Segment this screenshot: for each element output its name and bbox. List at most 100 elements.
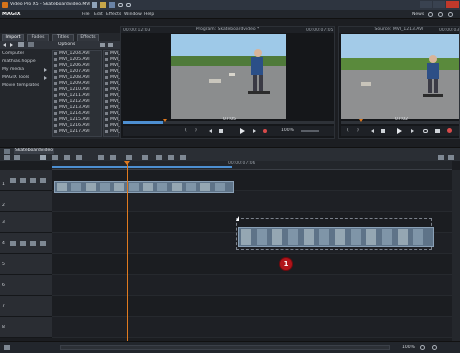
fullscreen-icon[interactable]	[438, 155, 444, 160]
file-item[interactable]: MVI_1216.AVI	[53, 123, 101, 128]
src-loop-icon[interactable]	[423, 129, 428, 133]
track-header[interactable]: 1	[0, 170, 52, 191]
expand-arrow-icon[interactable]	[44, 68, 47, 72]
settings-icon[interactable]	[428, 12, 433, 17]
close-button[interactable]	[446, 1, 459, 8]
track-lane[interactable]	[52, 254, 452, 275]
tab-fades[interactable]: Fades	[27, 34, 49, 41]
ruler-range-bar[interactable]	[52, 166, 232, 168]
mouse-mode-icon[interactable]	[14, 155, 20, 160]
prev-marker-button[interactable]: (	[185, 128, 187, 133]
track-header[interactable]: 2	[0, 191, 52, 212]
fx-icon[interactable]	[40, 178, 46, 183]
tab-import[interactable]: Import	[2, 34, 24, 41]
grid-view-icon[interactable]	[108, 43, 113, 47]
track-lane[interactable]	[52, 191, 452, 212]
marker-icon[interactable]	[142, 155, 148, 160]
video-clip-dragged[interactable]	[238, 227, 434, 247]
link-icon[interactable]	[156, 155, 162, 160]
pen-icon[interactable]	[98, 155, 104, 160]
track-lane[interactable]	[52, 296, 452, 317]
file-item[interactable]: MVI_1208.AVI	[53, 75, 101, 80]
nav-user[interactable]: mathias.hoppe	[2, 59, 36, 64]
view-icon[interactable]	[28, 42, 34, 47]
record-icon[interactable]	[263, 129, 267, 133]
folder-up-icon[interactable]	[18, 42, 24, 47]
program-playhead-marker[interactable]	[163, 119, 167, 122]
timeline-zoom-label[interactable]: 100%	[402, 345, 415, 350]
file-item[interactable]: MVI_1209.AVI	[53, 81, 101, 86]
file-item[interactable]: MVI_1211.AVI	[53, 93, 101, 98]
file-item[interactable]: MVI_1207.AVI	[53, 69, 101, 74]
back-arrow-icon[interactable]	[3, 43, 6, 47]
zoom-out-icon[interactable]	[420, 345, 425, 350]
new-icon[interactable]	[92, 2, 97, 8]
help-icon[interactable]	[438, 12, 443, 17]
file-item-col2[interactable]: MVI_12	[104, 87, 126, 92]
nav-my-media[interactable]: My media	[2, 67, 24, 72]
file-item-col2[interactable]: MVI_12	[104, 57, 126, 62]
src-next-marker-button[interactable]: )	[357, 128, 359, 133]
file-item-col2[interactable]: MVI_12	[104, 117, 126, 122]
file-item-col2[interactable]: MVI_12	[104, 123, 126, 128]
mute-icon[interactable]	[10, 178, 16, 183]
file-item-col2[interactable]: MVI_12	[104, 99, 126, 104]
file-item-col2[interactable]: MVI_12	[104, 93, 126, 98]
menu-window[interactable]: Window	[124, 12, 142, 17]
lock-icon[interactable]	[30, 241, 36, 246]
fx-icon[interactable]	[40, 241, 46, 246]
news-link[interactable]: News	[412, 12, 424, 17]
zoom-icon[interactable]	[76, 155, 82, 160]
src-play-icon[interactable]	[397, 128, 402, 134]
timeline-scrollbar-v[interactable]	[452, 170, 460, 341]
program-zoom-label[interactable]: 100%	[281, 128, 294, 133]
stop-icon[interactable]	[219, 129, 223, 133]
lock-icon[interactable]	[30, 178, 36, 183]
src-record-icon[interactable]	[447, 128, 452, 133]
menu-help[interactable]: Help	[144, 12, 154, 17]
file-item[interactable]: MVI_1215.AVI	[53, 117, 101, 122]
timeline-tab[interactable]: Skateboardvideo	[14, 148, 54, 154]
tab-titles[interactable]: Titles	[52, 34, 74, 41]
file-item-col2[interactable]: MVI_12	[104, 129, 126, 134]
solo-icon[interactable]	[20, 241, 26, 246]
home-icon[interactable]	[4, 345, 10, 350]
open-icon[interactable]	[100, 2, 106, 8]
file-item-col2[interactable]: MVI_12	[104, 69, 126, 74]
track-lane[interactable]	[52, 275, 452, 296]
file-item[interactable]: MVI_1206.AVI	[53, 63, 101, 68]
cut-icon[interactable]	[64, 155, 70, 160]
group-icon[interactable]	[168, 155, 174, 160]
solo-icon[interactable]	[20, 178, 26, 183]
timeline-playhead[interactable]	[127, 161, 128, 341]
undo-timeline-icon[interactable]	[180, 155, 186, 160]
source-playhead-marker[interactable]	[359, 119, 363, 122]
next-marker-button[interactable]: )	[195, 128, 197, 133]
mute-icon[interactable]	[10, 241, 16, 246]
file-item-col2[interactable]: MVI_12	[104, 63, 126, 68]
file-item-col2[interactable]: MVI_12	[104, 111, 126, 116]
file-item[interactable]: MVI_1217.AVI	[53, 129, 101, 134]
redo-icon[interactable]	[126, 3, 131, 7]
src-prev-marker-button[interactable]: (	[347, 128, 349, 133]
save-icon[interactable]	[109, 2, 115, 8]
file-item-col2[interactable]: MVI_12	[104, 51, 126, 56]
info-icon[interactable]	[448, 12, 453, 17]
file-item[interactable]: MVI_1210.AVI	[53, 87, 101, 92]
track-header[interactable]: 5	[0, 254, 52, 275]
pointer-icon[interactable]	[40, 155, 46, 160]
track-header[interactable]: 7	[0, 296, 52, 317]
track-header[interactable]: 8	[0, 317, 52, 338]
track-header[interactable]: 4	[0, 233, 52, 254]
tab-effects[interactable]: Effects	[77, 34, 99, 41]
options-button[interactable]: Options	[58, 42, 75, 47]
track-header[interactable]: 3	[0, 212, 52, 233]
menu-edit[interactable]: Edit	[94, 12, 103, 17]
text-icon[interactable]	[126, 155, 132, 160]
menu-effects[interactable]: Effects	[106, 12, 121, 17]
src-insert-icon[interactable]	[435, 129, 440, 133]
scissors-icon[interactable]	[110, 155, 116, 160]
nav-computer[interactable]: Computer	[2, 51, 24, 56]
src-fast-forward-icon[interactable]	[411, 129, 414, 133]
program-volume-slider[interactable]	[301, 130, 319, 132]
